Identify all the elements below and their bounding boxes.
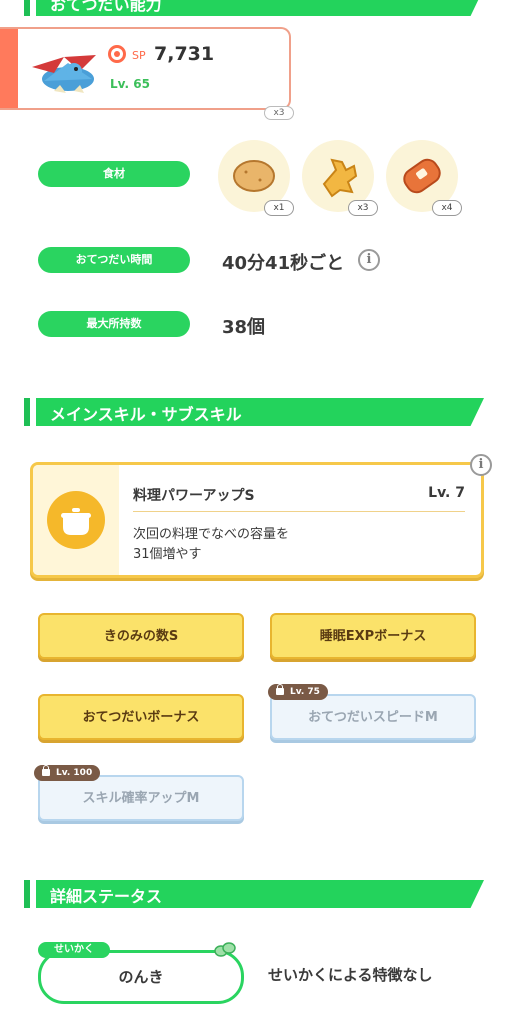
nature-effect: せいかくによる特徴なし [268,966,433,984]
leaf-icon [214,942,236,957]
lock-icon [42,765,50,776]
count-badge: x3 [264,106,294,120]
ingredient-count: x1 [264,200,294,216]
ingredient-sausage[interactable]: x4 [386,140,462,216]
ingredients-label: 食材 [38,161,190,187]
main-skill-card[interactable]: 料理パワーアップS Lv. 7 次回の料理でなべの容量を 31個増やす [30,462,484,578]
help-time-value: 40分41秒ごと [222,253,345,274]
main-skill-level: Lv. 7 [428,485,465,501]
ingredient-potato[interactable]: x1 [218,140,294,216]
section-title: 詳細ステータス [50,887,163,906]
max-carry-value: 38個 [222,317,266,338]
main-skill-description: 次回の料理でなべの容量を [133,527,290,542]
section-header-skills: メインスキル・サブスキル [24,398,484,426]
info-icon[interactable]: i [470,454,492,476]
unlock-level-badge: Lv. 75 [268,684,328,700]
help-time-label: おてつだい時間 [38,247,190,273]
divider [133,511,465,512]
section-header-detail-status: 詳細ステータス [24,880,484,908]
pokemon-level: Lv. 65 [110,77,150,91]
sp-value: 7,731 [154,43,215,65]
section-header-help-ability: おてつだい能力 [24,0,484,16]
max-carry-label: 最大所持数 [38,311,190,337]
ingredient-count: x4 [432,200,462,216]
pot-icon [47,491,105,549]
main-skill-description: 31個増やす [133,547,202,562]
lock-icon [276,684,284,695]
sub-skill-button-locked[interactable]: おてつだいスピードM [270,694,476,740]
ingredient-count: x3 [348,200,378,216]
sp-icon [108,45,126,63]
unlock-level: Lv. 75 [290,687,320,697]
sub-skill-button[interactable]: おてつだいボーナス [38,694,244,740]
nature-tag: せいかく [38,942,110,958]
pokemon-image [32,55,96,93]
card-accent [0,29,18,108]
section-title: おてつだい能力 [50,0,162,14]
main-skill-name: 料理パワーアップS [133,488,255,504]
unlock-level-badge: Lv. 100 [34,765,101,781]
section-title: メインスキル・サブスキル [50,405,242,424]
ingredient-ginger[interactable]: x3 [302,140,378,216]
unlock-level: Lv. 100 [56,768,93,778]
sp-label: SP [132,49,146,62]
sub-skill-button[interactable]: きのみの数S [38,613,244,659]
sub-skill-button-locked[interactable]: スキル確率アップM [38,775,244,821]
skill-icon-panel [33,465,119,575]
info-icon[interactable]: i [358,249,380,271]
pokemon-card[interactable]: SP 7,731 Lv. 65 [0,27,291,110]
sub-skill-button[interactable]: 睡眠EXPボーナス [270,613,476,659]
